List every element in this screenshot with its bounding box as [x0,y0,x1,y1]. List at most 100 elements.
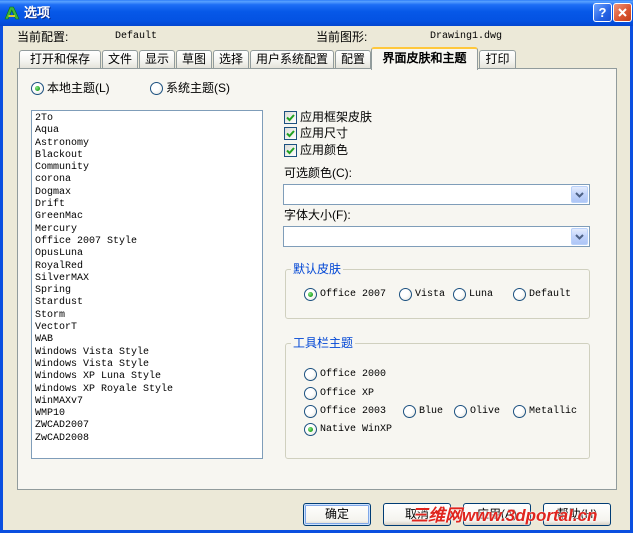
radio-label: Default [529,289,572,300]
checkbox-box[interactable] [284,127,297,140]
radio-circle[interactable] [399,288,412,301]
theme-list-item[interactable]: ZWCAD2007 [35,420,262,432]
checkbox-box[interactable] [284,144,297,157]
font-size-combobox[interactable] [283,226,590,247]
system-theme-radio[interactable]: 系统主题(S) [150,81,230,96]
theme-list-item[interactable]: Storm [35,310,262,322]
radio-circle[interactable] [454,405,467,418]
help-title-button[interactable]: ? [593,3,612,22]
radio-circle[interactable] [304,405,317,418]
radio-circle[interactable] [304,423,317,436]
skin-luna-radio[interactable]: Luna [453,287,493,302]
radio-label: Native WinXP [320,424,393,435]
theme-list-item[interactable]: Office 2007 Style [35,236,262,248]
toolbar-office2000-radio[interactable]: Office 2000 [304,367,386,382]
optional-color-combobox[interactable] [283,184,590,205]
radio-label: Office 2000 [320,369,387,380]
checkmark-icon [286,114,295,122]
theme-list-item[interactable]: Windows XP Luna Style [35,371,262,383]
theme-list-item[interactable]: VectorT [35,322,262,334]
radio-circle[interactable] [304,368,317,381]
theme-list-item[interactable]: SilverMAX [35,273,262,285]
theme-list-item[interactable]: WinMAXv7 [35,396,262,408]
help-button[interactable]: 帮助(H) [543,503,611,526]
radio-circle[interactable] [513,405,526,418]
options-dialog: 选项 ? 当前配置: Default 当前图形: Drawing1.dwg 本地… [0,0,633,533]
tab-drafting[interactable]: 草图 [176,50,212,68]
dropdown-button[interactable] [571,186,588,203]
close-button[interactable] [613,3,632,22]
toolbar-office2003-radio[interactable]: Office 2003 [304,404,386,419]
skin-default-radio[interactable]: Default [513,287,571,302]
zwcad-logo-icon [4,6,20,20]
theme-list-item[interactable]: Astronomy [35,138,262,150]
title-bar[interactable]: 选项 ? [0,0,633,26]
theme-list-item[interactable]: Windows XP Royale Style [35,384,262,396]
group-title: 默认皮肤 [291,261,344,277]
tab-user-preferences[interactable]: 用户系统配置 [250,50,334,68]
apply-button[interactable]: 应用(A) [463,503,531,526]
radio-label: Office 2003 [320,406,387,417]
theme-listbox[interactable]: 2To Aqua Astronomy Blackout Community co… [31,110,263,459]
theme-list-item[interactable]: Drift [35,199,262,211]
radio-label: Luna [469,289,494,300]
theme-list-item[interactable]: Mercury [35,224,262,236]
theme-list-item[interactable]: Blackout [35,150,262,162]
current-drawing-label: 当前图形: [316,30,368,44]
cancel-button[interactable]: 取消 [383,503,451,526]
toolbar-blue-radio[interactable]: Blue [403,404,443,419]
tab-profiles[interactable]: 配置 [335,50,371,68]
ok-button[interactable]: 确定 [303,503,371,526]
toolbar-officexp-radio[interactable]: Office XP [304,386,374,401]
theme-list-item[interactable]: Community [35,162,262,174]
skin-office2007-radio[interactable]: Office 2007 [304,287,386,302]
apply-size-checkbox[interactable]: 应用尺寸 [284,126,348,141]
chevron-down-icon [575,191,584,198]
skin-vista-radio[interactable]: Vista [399,287,445,302]
theme-list-item[interactable]: 2To [35,113,262,125]
checkbox-label: 应用尺寸 [300,126,349,140]
toolbar-native-winxp-radio[interactable]: Native WinXP [304,422,392,437]
radio-circle[interactable] [513,288,526,301]
dropdown-button[interactable] [571,228,588,245]
radio-circle[interactable] [150,82,163,95]
checkbox-box[interactable] [284,111,297,124]
tab-open-save[interactable]: 打开和保存 [19,50,101,68]
theme-list-item[interactable]: Dogmax [35,187,262,199]
current-drawing-value: Drawing1.dwg [430,31,503,42]
theme-list-item[interactable]: WAB [35,334,262,346]
toolbar-metallic-radio[interactable]: Metallic [513,404,577,419]
toolbar-olive-radio[interactable]: Olive [454,404,500,419]
close-icon [618,8,627,17]
apply-frame-skin-checkbox[interactable]: 应用框架皮肤 [284,110,372,125]
checkbox-label: 应用框架皮肤 [300,110,373,124]
theme-list-item[interactable]: RoyalRed [35,261,262,273]
theme-list-item[interactable]: WMP10 [35,408,262,420]
theme-list-item[interactable]: Aqua [35,125,262,137]
radio-circle[interactable] [453,288,466,301]
theme-list-item[interactable]: Spring [35,285,262,297]
tab-skins-themes[interactable]: 界面皮肤和主题 [371,47,478,70]
tab-files[interactable]: 文件 [102,50,138,68]
theme-list-item[interactable]: OpusLuna [35,248,262,260]
theme-list-item[interactable]: corona [35,174,262,186]
radio-circle[interactable] [31,82,44,95]
theme-list-item[interactable]: Windows Vista Style [35,347,262,359]
tab-selection[interactable]: 选择 [213,50,249,68]
radio-circle[interactable] [304,288,317,301]
toolbar-theme-group: 工具栏主题 Office 2000 Office XP Office 2003 … [285,335,590,459]
local-theme-radio[interactable]: 本地主题(L) [31,81,110,96]
current-profile-label: 当前配置: [17,30,69,44]
tab-display[interactable]: 显示 [139,50,175,68]
radio-label: Blue [419,406,444,417]
theme-list-item[interactable]: GreenMac [35,211,262,223]
checkmark-icon [286,147,295,155]
theme-list-item[interactable]: ZwCAD2008 [35,433,262,445]
apply-color-checkbox[interactable]: 应用颜色 [284,143,348,158]
theme-list-item[interactable]: Windows Vista Style [35,359,262,371]
theme-list-item[interactable]: Stardust [35,297,262,309]
default-skin-group: 默认皮肤 Office 2007 Vista Luna Default [285,261,590,319]
radio-circle[interactable] [403,405,416,418]
radio-circle[interactable] [304,387,317,400]
tab-plot[interactable]: 打印 [479,50,516,68]
